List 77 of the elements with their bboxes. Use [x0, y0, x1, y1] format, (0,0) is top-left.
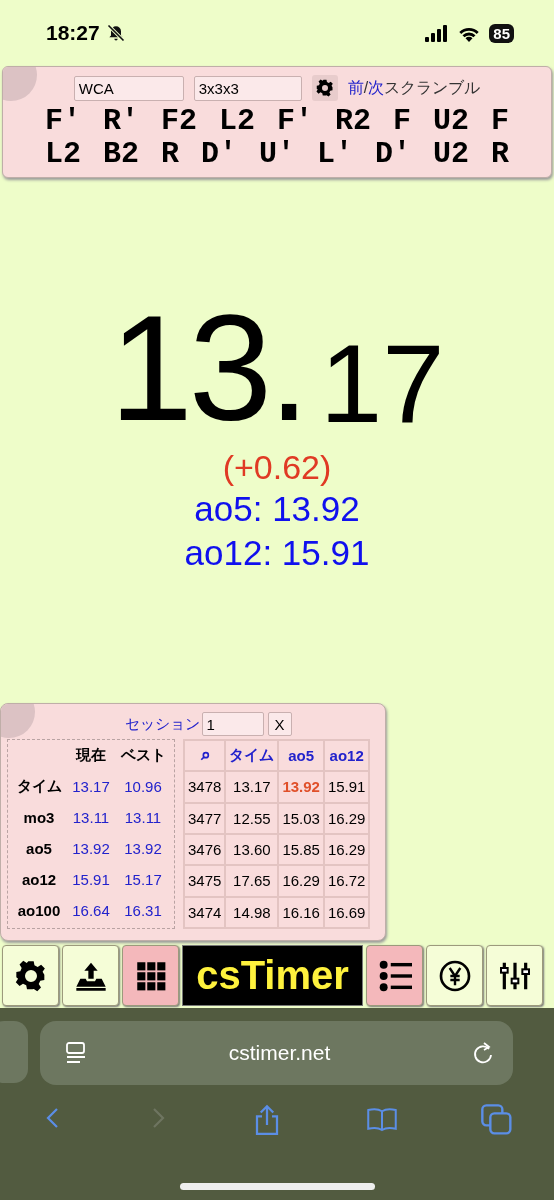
session-field[interactable]: 1 [201, 712, 264, 736]
session-label[interactable]: セッション [124, 714, 200, 734]
address-bar[interactable]: cstimer.net [40, 1021, 513, 1085]
current-value[interactable]: 13.11 [67, 809, 115, 826]
timer-seconds: 13. [109, 301, 306, 436]
column-header[interactable]: ao12 [323, 740, 370, 772]
table-cell[interactable]: 16.29 [323, 834, 370, 866]
previous-link[interactable]: 前 [347, 77, 364, 99]
column-header: ベスト [119, 746, 167, 765]
current-value[interactable]: 15.91 [67, 871, 115, 888]
settings-icon [14, 959, 47, 992]
reload-icon [471, 1040, 495, 1066]
settings-icon [315, 79, 334, 97]
table-cell[interactable]: 3475 [184, 865, 226, 897]
row-label: ao5 [25, 840, 53, 857]
search-header[interactable] [184, 740, 226, 772]
table-cell[interactable]: 16.16 [278, 896, 324, 928]
table-cell[interactable]: 16.72 [323, 865, 370, 897]
reader-icon [64, 1040, 88, 1066]
best-value[interactable]: 15.17 [115, 871, 171, 888]
scramble-line: L2 B2 R D' U' L' D' U2 R [43, 138, 511, 171]
row-label: ao12 [20, 871, 58, 888]
current-value[interactable]: 13.92 [67, 840, 115, 857]
next-link[interactable]: 次 [368, 77, 385, 99]
timer-fraction: 17 [319, 332, 445, 436]
table-cell[interactable]: 16.69 [323, 896, 370, 928]
table-cell[interactable]: 14.98 [225, 896, 279, 928]
column-header[interactable]: タイム [225, 740, 279, 772]
best-value[interactable]: 13.11 [115, 809, 171, 826]
slash-separator: / [363, 79, 369, 97]
table-cell[interactable]: 3476 [184, 834, 226, 866]
current-value[interactable]: 16.64 [67, 902, 115, 919]
best-value[interactable]: 10.96 [115, 778, 171, 795]
row-label: タイム [15, 777, 63, 796]
time-delta: (+0.62) [221, 448, 333, 487]
signal-icon [423, 24, 450, 42]
grid-icon [135, 960, 166, 991]
row-label: ao100 [16, 902, 62, 919]
table-cell[interactable]: 12.55 [225, 802, 279, 834]
url-text: cstimer.net [228, 1041, 331, 1065]
table-cell[interactable]: 3477 [184, 802, 226, 834]
best-value[interactable]: 16.31 [115, 902, 171, 919]
table-cell[interactable]: 16.29 [323, 802, 370, 834]
table-cell[interactable]: 17.65 [225, 865, 279, 897]
table-cell[interactable]: 13.60 [225, 834, 279, 866]
table-cell[interactable]: 16.29 [278, 865, 324, 897]
settings-button[interactable] [311, 75, 338, 101]
table-cell[interactable]: 3478 [184, 771, 226, 803]
average-text: ao12: 15.91 [183, 532, 371, 574]
table-cell[interactable]: 3474 [184, 896, 226, 928]
toolbar-button[interactable] [426, 945, 483, 1006]
table-cell[interactable]: 15.91 [323, 771, 370, 803]
tabs-icon [481, 1104, 514, 1136]
toolbar-button[interactable] [122, 945, 179, 1006]
scramble-line: F' R' F2 L2 F' R2 F U2 F [43, 105, 511, 138]
logo-button[interactable]: csTimer [182, 945, 363, 1006]
table-cell[interactable]: 13.17 [225, 771, 279, 803]
current-value[interactable]: 13.17 [67, 778, 115, 795]
best-value[interactable]: 13.92 [115, 840, 171, 857]
clock-time: 18:27 [46, 21, 100, 45]
toolbar-button[interactable] [62, 945, 119, 1006]
yen-icon [438, 959, 471, 992]
scramble-type-field[interactable]: WCA [73, 75, 184, 101]
battery-level: 85 [489, 23, 514, 43]
table-cell[interactable]: 15.03 [278, 802, 324, 834]
column-header[interactable]: ao5 [278, 740, 324, 772]
average-text: ao5: 13.92 [193, 488, 361, 530]
toolbar-button[interactable] [366, 945, 423, 1006]
table-cell[interactable]: 15.85 [278, 834, 324, 866]
puzzle-field[interactable]: 3x3x3 [193, 75, 302, 101]
toolbar-button[interactable] [486, 945, 543, 1006]
scramble-label: スクランブル [384, 77, 481, 98]
column-header: 現在 [74, 746, 107, 765]
search-icon [199, 751, 210, 762]
toolbar-button[interactable] [2, 945, 59, 1006]
clear-button[interactable]: X [267, 712, 292, 736]
row-label: mo3 [22, 809, 56, 826]
